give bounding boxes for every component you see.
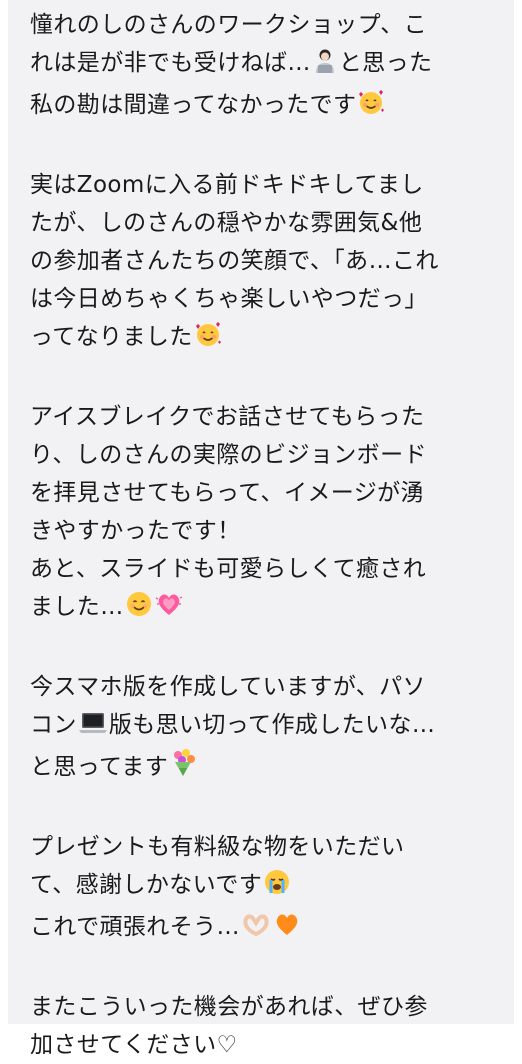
message-line: り、しのさんの実際のビジョンボード <box>30 436 494 474</box>
message-text: ってなりました <box>30 324 193 350</box>
orange-heart-icon <box>273 910 301 950</box>
message-paragraph-2: 実はZoomに入る前ドキドキしてまし たが、しのさんの穏やかな雰囲気&他 の参加… <box>30 166 494 360</box>
message-paragraph-4: 今スマホ版を作成していますが、パソ コン 版も思い切って作成したいな… と思ってま… <box>30 668 494 790</box>
message-line: 実はZoomに入る前ドキドキしてまし <box>30 166 494 204</box>
message-line: て、感謝しかないです <box>30 866 494 908</box>
person-with-laptop-icon <box>312 48 338 86</box>
message-line: れは是が非でも受けねば… と思った <box>30 44 494 86</box>
message-text: 憧れのしのさんのワークショップ、こ <box>30 12 428 38</box>
smiling-face-icon <box>125 590 153 630</box>
laptop-icon <box>78 710 108 748</box>
message-text: と思った <box>338 50 433 76</box>
message-line: またこういった機会があれば、ぜひ参 <box>30 988 494 1026</box>
message-text: コン <box>30 712 77 738</box>
heart-hands-icon <box>241 912 271 950</box>
message-line: あと、スライドも可愛らしくて癒され <box>30 550 494 588</box>
message-text: ました… <box>30 594 124 620</box>
message-line: と思ってます <box>30 748 494 790</box>
message-line: コン 版も思い切って作成したいな… <box>30 706 494 748</box>
message-text: れは是が非でも受けねば… <box>30 50 311 76</box>
message-line: 憧れのしのさんのワークショップ、こ <box>30 6 494 44</box>
bouquet-icon <box>169 748 199 790</box>
smiling-face-with-hearts-icon <box>194 320 222 360</box>
message-line: きやすかったです！ <box>30 512 494 550</box>
message-line: は今日めちゃくちゃ楽しいやつだっ」 <box>30 280 494 318</box>
message-text: 加させてください♡ <box>30 1032 238 1058</box>
crying-face-icon <box>263 868 291 908</box>
message-line: プレゼントも有料級な物をいただい <box>30 828 494 866</box>
growing-heart-icon <box>155 590 183 630</box>
message-text: は今日めちゃくちゃ楽しいやつだっ」 <box>30 286 428 312</box>
message-text: て、感謝しかないです <box>30 872 263 898</box>
message-paragraph-1: 憧れのしのさんのワークショップ、こ れは是が非でも受けねば… と思った 私の勘は間… <box>30 0 494 128</box>
message-text: プレゼントも有料級な物をいただい <box>30 834 405 860</box>
smiling-face-with-hearts-icon <box>357 88 385 128</box>
message-line: 加させてください♡ <box>30 1026 494 1064</box>
message-paragraph-6: またこういった機会があれば、ぜひ参 加させてください♡ <box>30 988 494 1064</box>
message-line: の参加者さんたちの笑顔で、「あ…これ <box>30 242 494 280</box>
message-line: たが、しのさんの穏やかな雰囲気&他 <box>30 204 494 242</box>
message-line: これで頑張れそう… <box>30 908 494 950</box>
message-text: きやすかったです！ <box>30 518 241 544</box>
message-text: アイスブレイクでお話させてもらった <box>30 404 425 430</box>
message-paragraph-3: アイスブレイクでお話させてもらった り、しのさんの実際のビジョンボード を拝見さ… <box>30 398 494 630</box>
message-text: 実はZoomに入る前ドキドキしてまし <box>30 172 424 198</box>
message-bubble: 憧れのしのさんのワークショップ、こ れは是が非でも受けねば… と思った 私の勘は間… <box>8 0 514 1058</box>
message-line: 私の勘は間違ってなかったです <box>30 86 494 128</box>
message-line: ました… <box>30 588 494 630</box>
message-text: 私の勘は間違ってなかったです <box>30 92 357 118</box>
message-text: あと、スライドも可愛らしくて癒され <box>30 556 427 582</box>
message-line: アイスブレイクでお話させてもらった <box>30 398 494 436</box>
message-line: を拝見させてもらって、イメージが湧 <box>30 474 494 512</box>
message-paragraph-5: プレゼントも有料級な物をいただい て、感謝しかないです これで頑張れそう… <box>30 828 494 950</box>
message-line: 今スマホ版を作成していますが、パソ <box>30 668 494 706</box>
message-text: またこういった機会があれば、ぜひ参 <box>30 994 428 1020</box>
message-text: 版も思い切って作成したいな… <box>108 712 436 738</box>
message-text: これで頑張れそう… <box>30 914 240 940</box>
message-text: を拝見させてもらって、イメージが湧 <box>30 480 424 506</box>
message-text: 今スマホ版を作成していますが、パソ <box>30 674 426 700</box>
message-text: と思ってます <box>30 754 169 780</box>
message-line: ってなりました <box>30 318 494 360</box>
message-text: たが、しのさんの穏やかな雰囲気&他 <box>30 210 423 236</box>
message-text: の参加者さんたちの笑顔で、「あ…これ <box>30 248 439 274</box>
message-text: り、しのさんの実際のビジョンボード <box>30 442 427 468</box>
